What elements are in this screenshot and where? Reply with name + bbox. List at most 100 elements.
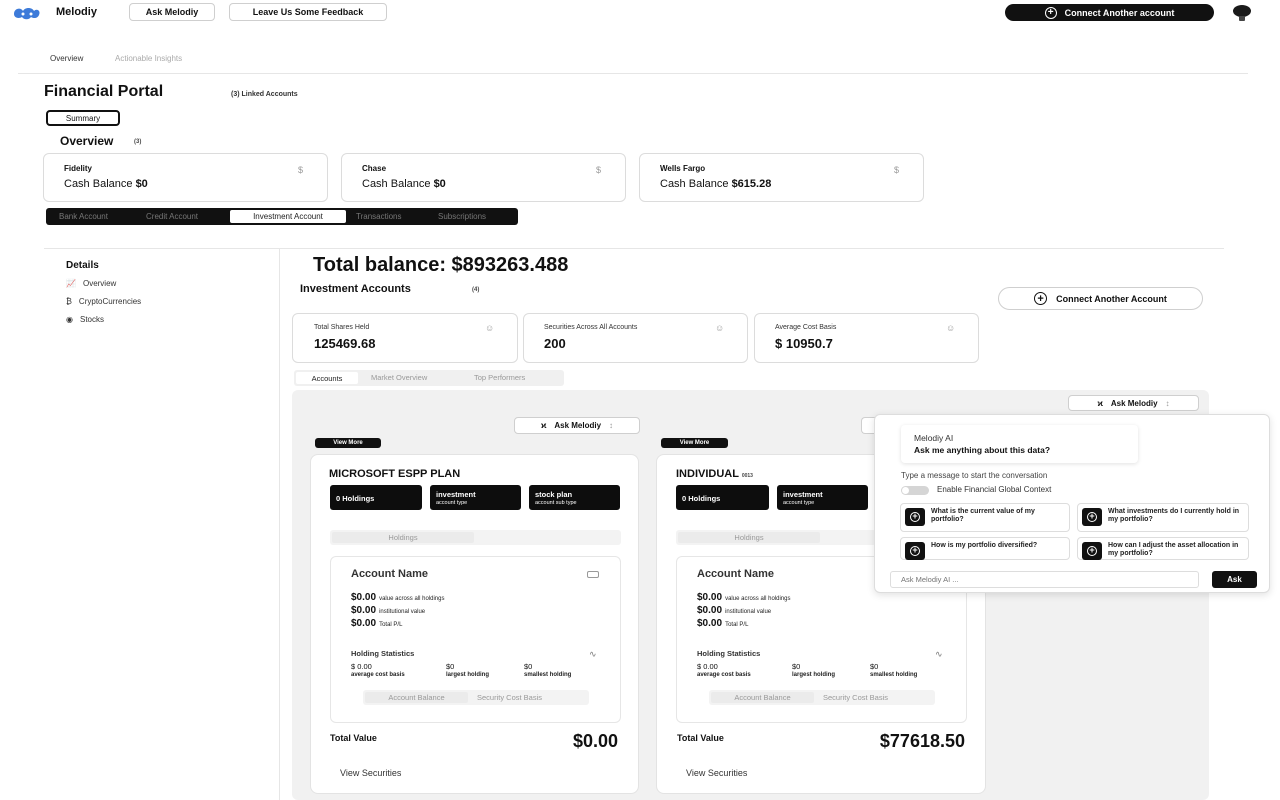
- ask-melodiy-button[interactable]: Ask Melodiy: [129, 3, 215, 21]
- global-context-toggle[interactable]: [901, 486, 929, 495]
- total-balance: Total balance: $893263.488: [313, 254, 569, 276]
- investment-accounts-heading: Investment Accounts: [300, 283, 411, 295]
- holding-stat: $0 largest holding: [446, 663, 489, 679]
- connect-another-account-label: Connect Another Account: [1056, 293, 1167, 304]
- dollar-icon: $: [894, 165, 900, 175]
- tab-holdings[interactable]: Holdings: [332, 532, 474, 543]
- chevron-updown-icon: ↕: [609, 421, 614, 430]
- stat-card-average-cost: Average Cost Basis ☺ $ 10950.7: [754, 313, 979, 363]
- account-type-tabs: Bank Account Credit Account Investment A…: [46, 208, 518, 225]
- suggestion-text: What is the current value of my portfoli…: [931, 508, 1035, 523]
- value-row: $0.00 institutional value: [351, 604, 425, 616]
- sidebar-divider: [279, 249, 280, 800]
- tab-security-cost-basis[interactable]: Security Cost Basis: [823, 693, 888, 702]
- chevron-updown-icon: ↕: [1165, 398, 1170, 408]
- view-more-button[interactable]: View More: [661, 438, 728, 448]
- holdings-tile: 0 Holdings: [330, 485, 422, 510]
- value-amount: $0.00: [351, 618, 377, 629]
- tab-transactions[interactable]: Transactions: [356, 212, 402, 221]
- chat-prompt: Ask me anything about this data?: [914, 445, 1051, 455]
- suggestion-current-holdings[interactable]: + What investments do I currently hold i…: [1077, 503, 1249, 532]
- sidebar-item-label: Stocks: [79, 315, 104, 324]
- tab-top-performers[interactable]: Top Performers: [474, 373, 525, 382]
- sparkle-icon: ϰ: [540, 421, 547, 430]
- account-type-tile: investment account type: [430, 485, 521, 510]
- feedback-button[interactable]: Leave Us Some Feedback: [229, 3, 387, 21]
- app-logo[interactable]: [12, 5, 42, 21]
- investment-accounts-count: (4): [472, 287, 480, 293]
- sidebar-item-label: CryptoCurrencies: [78, 297, 142, 306]
- value-amount: $0.00: [351, 592, 377, 603]
- tab-security-cost-basis[interactable]: Security Cost Basis: [477, 693, 542, 702]
- bank-card-wells-fargo[interactable]: Wells Fargo $ Cash Balance $615.28: [639, 153, 924, 202]
- cash-balance-value: $0: [135, 178, 148, 190]
- plus-circle-icon: +: [905, 542, 925, 560]
- holding-stat-value: $0: [792, 662, 801, 671]
- chat-input[interactable]: [890, 571, 1199, 588]
- ask-melodiy-label: Ask Melodiy: [1110, 398, 1158, 408]
- stat-label: Securities Across All Accounts: [544, 324, 638, 331]
- tab-market-overview[interactable]: Market Overview: [371, 373, 427, 382]
- view-more-button[interactable]: View More: [315, 438, 381, 448]
- user-avatar[interactable]: [1232, 4, 1252, 22]
- tab-account-balance[interactable]: Account Balance: [711, 692, 814, 703]
- sidebar-item-cryptocurrencies[interactable]: ₿ CryptoCurrencies: [66, 297, 141, 306]
- sidebar-item-overview[interactable]: 📈 Overview: [66, 279, 116, 288]
- suggestion-portfolio-value[interactable]: + What is the current value of my portfo…: [900, 503, 1070, 532]
- chat-send-button[interactable]: Ask: [1212, 571, 1257, 588]
- holding-stats-title: Holding Statistics: [697, 649, 761, 658]
- suggestion-text: What investments do I currently hold in …: [1108, 508, 1240, 523]
- summary-button[interactable]: Summary: [46, 110, 120, 126]
- tab-overview[interactable]: Overview: [50, 54, 83, 63]
- value-amount: $0.00: [697, 618, 723, 629]
- value-label: Total P/L: [725, 622, 749, 628]
- chat-message-bubble: Melodiy AI Ask me anything about this da…: [901, 425, 1138, 463]
- overview-count: (3): [134, 139, 142, 145]
- tab-account-balance[interactable]: Account Balance: [365, 692, 468, 703]
- tile-main: stock plan: [535, 490, 573, 499]
- value-label: value across all holdings: [379, 596, 445, 602]
- users-icon: ☺: [485, 323, 495, 333]
- connect-account-button[interactable]: + Connect Another account: [1005, 4, 1214, 21]
- ask-melodiy-label: Ask Melodiy: [554, 421, 602, 430]
- chat-hint: Type a message to start the conversation: [901, 471, 1048, 480]
- holding-stat: $ 0.00 average cost basis: [351, 663, 405, 679]
- cash-balance-label: Cash Balance: [64, 178, 133, 190]
- suggestion-asset-allocation[interactable]: + How can I adjust the asset allocation …: [1077, 537, 1249, 560]
- ask-melodiy-card-button[interactable]: ϰ Ask Melodiy ↕: [514, 417, 640, 434]
- tab-holdings[interactable]: Holdings: [678, 532, 820, 543]
- sidebar-item-stocks[interactable]: ◉ Stocks: [66, 315, 104, 324]
- ask-melodiy-panel-button[interactable]: ϰ Ask Melodiy ↕: [1068, 395, 1199, 411]
- suggestion-text: How is my portfolio diversified?: [931, 542, 1038, 549]
- holding-stats-title: Holding Statistics: [351, 649, 415, 658]
- view-securities-link[interactable]: View Securities: [686, 768, 747, 778]
- chart-icon: 📈: [66, 279, 76, 288]
- tab-credit-account[interactable]: Credit Account: [146, 212, 198, 221]
- view-securities-link[interactable]: View Securities: [340, 768, 401, 778]
- tab-actionable-insights[interactable]: Actionable Insights: [115, 54, 182, 63]
- total-value-label: Total Value: [677, 733, 724, 743]
- tab-subscriptions[interactable]: Subscriptions: [438, 212, 486, 221]
- logo-icon: [14, 8, 40, 20]
- value-row: $0.00 institutional value: [697, 604, 771, 616]
- sparkle-icon: ϰ: [1097, 398, 1103, 408]
- tab-accounts[interactable]: Accounts: [296, 372, 358, 384]
- tab-bank-account[interactable]: Bank Account: [59, 212, 108, 221]
- toggle-label: Enable Financial Global Context: [937, 485, 1052, 494]
- suggestion-diversification[interactable]: + How is my portfolio diversified?: [900, 537, 1070, 560]
- balance-tabbar: Account Balance Security Cost Basis: [363, 690, 589, 705]
- bank-card-fidelity[interactable]: Fidelity $ Cash Balance $0: [43, 153, 328, 202]
- tile-main: 0 Holdings: [336, 494, 375, 503]
- activity-icon: ∿: [935, 649, 943, 659]
- users-icon: ☺: [715, 323, 725, 333]
- tab-investment-account[interactable]: Investment Account: [230, 210, 346, 223]
- account-details-box: Account Name $0.00 value across all hold…: [330, 556, 621, 723]
- bank-name: Wells Fargo: [660, 164, 706, 173]
- bank-name: Fidelity: [64, 164, 93, 173]
- value-label: Total P/L: [379, 622, 403, 628]
- account-name-heading: Account Name: [351, 568, 429, 580]
- bank-card-chase[interactable]: Chase $ Cash Balance $0: [341, 153, 626, 202]
- connect-another-account-button[interactable]: + Connect Another Account: [998, 287, 1203, 310]
- holdings-tabbar: Holdings: [330, 530, 621, 545]
- dollar-icon: $: [596, 165, 602, 175]
